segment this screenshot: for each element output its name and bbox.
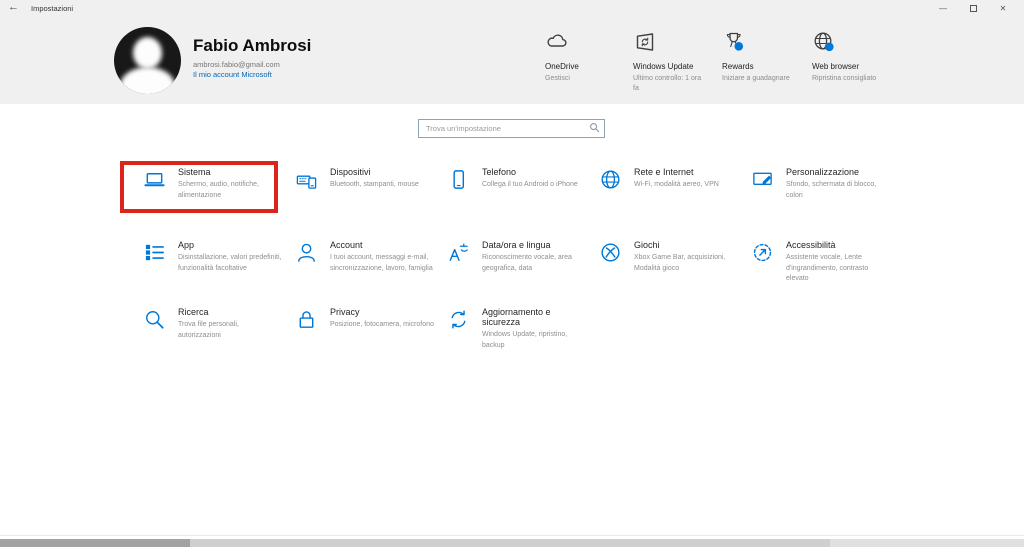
tile-title: Dispositivi: [330, 167, 419, 177]
quick-status-rewards[interactable]: Rewards Iniziare a guadagnare: [722, 30, 814, 84]
settings-tile-giochi[interactable]: Giochi Xbox Game Bar, acquisizioni, Moda…: [599, 240, 751, 307]
microsoft-account-link[interactable]: Il mio account Microsoft: [193, 70, 272, 79]
close-button[interactable]: ✕: [988, 0, 1018, 17]
tile-subtitle: Bluetooth, stampanti, mouse: [330, 180, 419, 191]
search-input[interactable]: [418, 119, 605, 138]
quick-status-text: Gestisci: [545, 74, 617, 84]
tile-title: Sistema: [178, 167, 282, 177]
back-button[interactable]: ←: [8, 1, 19, 13]
tile-title: Accessibilità: [786, 240, 890, 250]
quick-status-label: Rewards: [722, 62, 814, 71]
window-controls: — ✕: [928, 0, 1018, 17]
tile-subtitle: Schermo, audio, notifiche, alimentazione: [178, 180, 282, 201]
tile-subtitle: Sfondo, schermata di blocco, colori: [786, 180, 890, 201]
quick-status-onedrive[interactable]: OneDrive Gestisci: [545, 30, 637, 84]
header-band: ← Impostazioni — ✕ Fabio Ambrosi ambrosi…: [0, 0, 1024, 104]
maximize-icon: [970, 5, 977, 12]
quick-status-label: Web browser: [812, 62, 904, 71]
accessibility-icon: [751, 241, 774, 264]
tile-title: Account: [330, 240, 434, 250]
apps-list-icon: [143, 241, 166, 264]
rewards-trophy-icon: [722, 30, 814, 58]
laptop-icon: [143, 168, 166, 191]
tile-subtitle: Wi-Fi, modalità aereo, VPN: [634, 180, 719, 191]
tile-title: Rete e Internet: [634, 167, 719, 177]
avatar-silhouette: [133, 37, 162, 69]
tile-subtitle: Collega il tuo Android o iPhone: [482, 180, 578, 191]
tile-title: Giochi: [634, 240, 738, 250]
tile-title: Personalizzazione: [786, 167, 890, 177]
personalization-icon: [751, 168, 774, 191]
tile-subtitle: Xbox Game Bar, acquisizioni, Modalità gi…: [634, 253, 738, 274]
tile-title: Aggiornamento e sicurezza: [482, 307, 591, 327]
settings-tile-personalizzazione[interactable]: Personalizzazione Sfondo, schermata di b…: [751, 167, 903, 240]
scrollbar-thumb[interactable]: [0, 539, 190, 547]
lock-icon: [295, 308, 318, 331]
tile-subtitle: Riconoscimento vocale, area geografica, …: [482, 253, 586, 274]
settings-tile-data-ora-lingua[interactable]: Data/ora e lingua Riconoscimento vocale,…: [447, 240, 599, 307]
tile-subtitle: Assistente vocale, Lente d'ingrandimento…: [786, 253, 890, 285]
settings-tile-app[interactable]: App Disinstallazione, valori predefiniti…: [143, 240, 295, 307]
window-title: Impostazioni: [31, 4, 73, 13]
quick-status-text: Iniziare a guadagnare: [722, 74, 794, 84]
avatar[interactable]: [114, 27, 181, 94]
tile-subtitle: Disinstallazione, valori predefiniti, fu…: [178, 253, 282, 274]
divider: [0, 535, 1024, 536]
search-tile-icon: [143, 308, 166, 331]
scrollbar-track-end: [830, 539, 1024, 547]
settings-grid: Sistema Schermo, audio, notifiche, alime…: [143, 167, 903, 351]
tile-subtitle: Windows Update, ripristino, backup: [482, 330, 586, 351]
settings-tile-account[interactable]: Account I tuoi account, messaggi e-mail,…: [295, 240, 447, 307]
settings-tile-privacy[interactable]: Privacy Posizione, fotocamera, microfono: [295, 307, 447, 351]
language-icon: [447, 241, 470, 264]
settings-tile-rete-internet[interactable]: Rete e Internet Wi-Fi, modalità aereo, V…: [599, 167, 751, 240]
settings-tile-dispositivi[interactable]: Dispositivi Bluetooth, stampanti, mouse: [295, 167, 447, 240]
settings-tile-accessibilita[interactable]: Accessibilità Assistente vocale, Lente d…: [751, 240, 903, 307]
tile-subtitle: Posizione, fotocamera, microfono: [330, 320, 434, 331]
tile-title: App: [178, 240, 282, 250]
search-icon[interactable]: [589, 122, 600, 133]
onedrive-cloud-icon: [545, 30, 637, 58]
quick-status-label: OneDrive: [545, 62, 637, 71]
devices-icon: [295, 168, 318, 191]
profile-email: ambrosi.fabio@gmail.com: [193, 60, 280, 69]
horizontal-scrollbar[interactable]: [0, 539, 1024, 547]
profile-name: Fabio Ambrosi: [193, 36, 311, 56]
maximize-button[interactable]: [958, 0, 988, 17]
search-box: [418, 118, 605, 137]
settings-tile-aggiornamento-sicurezza[interactable]: Aggiornamento e sicurezza Windows Update…: [447, 307, 599, 351]
tile-subtitle: Trova file personali, autorizzazioni: [178, 320, 282, 341]
globe-icon: [599, 168, 622, 191]
quick-status-windows-update[interactable]: Windows Update Ultimo controllo: 1 ora f…: [633, 30, 725, 94]
tile-title: Data/ora e lingua: [482, 240, 586, 250]
titlebar: ← Impostazioni — ✕: [0, 0, 1024, 17]
xbox-icon: [599, 241, 622, 264]
tile-subtitle: I tuoi account, messaggi e-mail, sincron…: [330, 253, 434, 274]
web-browser-globe-icon: [812, 30, 904, 58]
minimize-button[interactable]: —: [928, 0, 958, 17]
quick-status-web-browser[interactable]: Web browser Ripristina consigliato: [812, 30, 904, 84]
quick-status-text: Ripristina consigliato: [812, 74, 884, 84]
settings-window: ← Impostazioni — ✕ Fabio Ambrosi ambrosi…: [0, 0, 1024, 548]
tile-title: Telefono: [482, 167, 578, 177]
windows-update-icon: [633, 30, 725, 58]
phone-icon: [447, 168, 470, 191]
settings-tile-telefono[interactable]: Telefono Collega il tuo Android o iPhone: [447, 167, 599, 240]
tile-title: Privacy: [330, 307, 434, 317]
quick-status-text: Ultimo controllo: 1 ora fa: [633, 74, 705, 94]
settings-tile-ricerca[interactable]: Ricerca Trova file personali, autorizzaz…: [143, 307, 295, 351]
settings-tile-sistema[interactable]: Sistema Schermo, audio, notifiche, alime…: [143, 167, 295, 240]
person-icon: [295, 241, 318, 264]
sync-arrows-icon: [447, 308, 470, 331]
tile-title: Ricerca: [178, 307, 282, 317]
quick-status-label: Windows Update: [633, 62, 725, 71]
